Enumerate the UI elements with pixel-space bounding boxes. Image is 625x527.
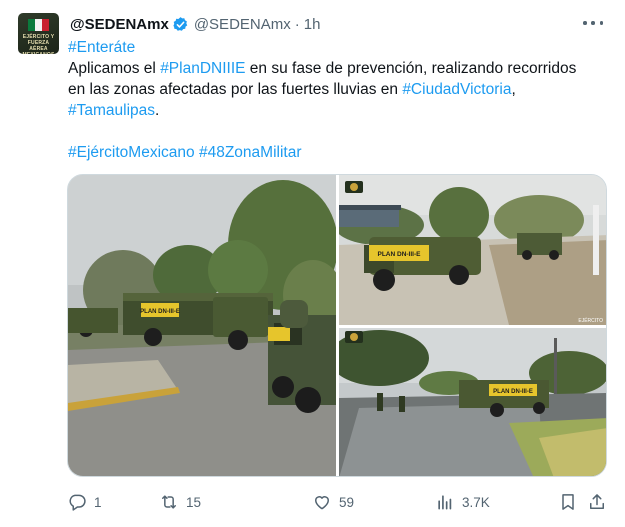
reply-count: 1 [94,494,102,510]
photo-humvee-road[interactable]: PLAN DN-III-E EJÉRCITO [339,175,606,325]
vehicle-sign: PLAN DN-III-E [140,309,180,315]
like-button[interactable]: 59 [312,490,354,514]
tweet-text: #Enteráte Aplicamos el #PlanDNIIIE en su… [68,37,608,163]
views-icon [438,495,452,510]
like-icon [315,496,329,510]
photo-flooded-road[interactable]: PLAN DN-III-E [339,328,606,476]
hashtag-link[interactable]: #PlanDNIIIE [160,60,245,77]
tweet: EJÉRCITO Y FUERZA AÉREA MEXICANOS @SEDEN… [0,0,625,527]
tweet-header: @SEDENAmx @SEDENAmx · 1h [70,14,320,34]
bookmark-button[interactable] [558,490,578,514]
more-icon[interactable] [583,16,603,30]
vehicle-sign: PLAN DN-III-E [378,251,422,258]
repost-count: 15 [186,494,202,510]
reply-button[interactable]: 1 [67,490,102,514]
repost-button[interactable]: 15 [159,490,201,514]
avatar-caption: EJÉRCITO Y FUERZA AÉREA MEXICANOS [22,34,55,54]
like-count: 59 [339,494,355,510]
separator-dot: · [294,15,300,33]
share-icon [590,494,604,509]
watermark: EJÉRCITO [578,317,603,324]
views-button[interactable]: 3.7K [435,490,490,514]
hashtag-link[interactable]: #CiudadVictoria [402,81,511,98]
timestamp[interactable]: 1h [304,16,321,33]
text-segment: Aplicamos el [68,60,161,77]
avatar[interactable]: EJÉRCITO Y FUERZA AÉREA MEXICANOS [18,13,59,54]
repost-icon [162,495,176,509]
text-segment: en las zonas afectadas por las fuertes l… [68,81,403,98]
share-button[interactable] [587,490,607,514]
views-count: 3.7K [462,494,490,510]
hashtag-link[interactable]: #Tamaulipas [68,102,155,119]
text-segment: . [155,102,160,119]
hashtag-link[interactable]: #EjércitoMexicano [68,144,195,161]
bookmark-icon [562,494,574,510]
photo-trucks-convoy[interactable]: PLAN DN-III-E [68,175,336,476]
vehicle-sign: PLAN DN-III-E [493,389,533,395]
hashtag-link[interactable]: #Enteráte [68,39,135,56]
reply-icon [69,494,86,511]
flag-icon [28,19,49,31]
user-handle[interactable]: @SEDENAmx [194,16,291,33]
display-name[interactable]: @SEDENAmx [70,16,169,33]
text-segment: , [511,81,516,98]
hashtag-link[interactable]: #48ZonaMilitar [199,144,302,161]
media-grid: PLAN DN-III-E PLAN DN-III-E EJÉRCITO PLA… [67,174,607,477]
action-bar: 1 15 59 3.7K [67,490,612,514]
verified-badge-icon[interactable] [172,16,189,33]
text-segment: en su fase de prevención, realizando rec… [245,60,577,77]
